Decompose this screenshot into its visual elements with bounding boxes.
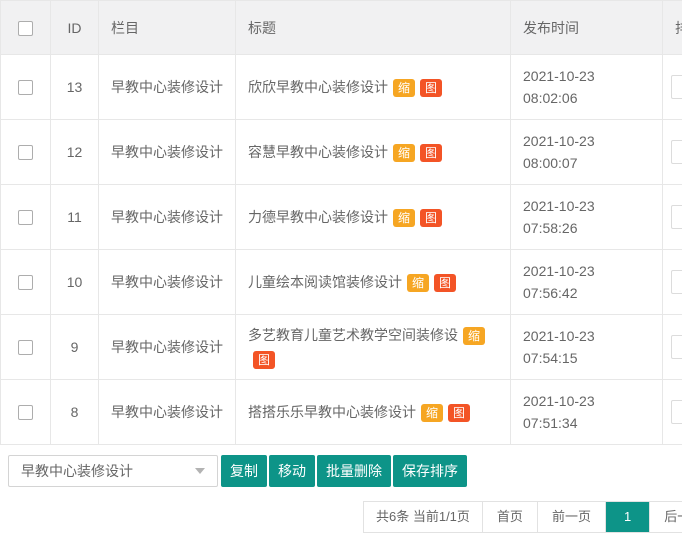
table-row: 11早教中心装修设计力德早教中心装修设计缩图2021-10-23 07:58:2… (1, 185, 682, 250)
article-title: 搭搭乐乐早教中心装修设计 (248, 404, 416, 420)
sort-input[interactable] (671, 400, 682, 424)
badge-thumbnail: 缩 (393, 144, 415, 162)
cell-category: 早教中心装修设计 (99, 185, 236, 250)
article-title: 多艺教育儿童艺术教学空间装修设 (248, 327, 458, 343)
cell-title: 容慧早教中心装修设计缩图 (236, 120, 511, 185)
row-checkbox[interactable] (18, 340, 33, 355)
cell-sort (663, 315, 682, 380)
row-checkbox[interactable] (18, 405, 33, 420)
table-row: 12早教中心装修设计容慧早教中心装修设计缩图2021-10-23 08:00:0… (1, 120, 682, 185)
cell-title: 欣欣早教中心装修设计缩图 (236, 55, 511, 120)
cell-title: 搭搭乐乐早教中心装修设计缩图 (236, 380, 511, 445)
batch-delete-button[interactable]: 批量删除 (317, 455, 391, 487)
sort-input[interactable] (671, 140, 682, 164)
badge-thumbnail: 缩 (407, 274, 429, 292)
sort-input[interactable] (671, 335, 682, 359)
cell-category: 早教中心装修设计 (99, 120, 236, 185)
table-body: 13早教中心装修设计欣欣早教中心装修设计缩图2021-10-23 08:02:0… (1, 55, 682, 445)
row-select-cell (1, 55, 51, 120)
pagination-bar: 共6条 当前1/1页 首页 前一页 1 后一页 (363, 501, 682, 533)
table-row: 8早教中心装修设计搭搭乐乐早教中心装修设计缩图2021-10-23 07:51:… (1, 380, 682, 445)
select-all-checkbox[interactable] (18, 21, 33, 36)
content-list-screen: ID 栏目 标题 发布时间 排序 13早教中心装修设计欣欣早教中心装修设计缩图2… (0, 0, 682, 537)
pagination-summary: 共6条 当前1/1页 (364, 502, 482, 532)
table-row: 10早教中心装修设计儿童绘本阅读馆装修设计缩图2021-10-23 07:56:… (1, 250, 682, 315)
row-checkbox[interactable] (18, 145, 33, 160)
cell-sort (663, 55, 682, 120)
category-select-value: 早教中心装修设计 (21, 461, 133, 481)
cell-sort (663, 185, 682, 250)
cell-id: 13 (51, 55, 99, 120)
article-title: 儿童绘本阅读馆装修设计 (248, 274, 402, 290)
sort-input[interactable] (671, 75, 682, 99)
cell-publish-time: 2021-10-23 07:51:34 (511, 380, 663, 445)
article-title: 容慧早教中心装修设计 (248, 144, 388, 160)
save-sort-button[interactable]: 保存排序 (393, 455, 467, 487)
header-id: ID (51, 1, 99, 55)
cell-id: 12 (51, 120, 99, 185)
cell-publish-time: 2021-10-23 08:00:07 (511, 120, 663, 185)
cell-sort (663, 250, 682, 315)
badge-thumbnail: 缩 (463, 327, 485, 345)
articles-table: ID 栏目 标题 发布时间 排序 13早教中心装修设计欣欣早教中心装修设计缩图2… (0, 0, 682, 445)
pagination-next[interactable]: 后一页 (649, 502, 682, 532)
cell-publish-time: 2021-10-23 08:02:06 (511, 55, 663, 120)
copy-button[interactable]: 复制 (221, 455, 267, 487)
action-buttons: 复制移动批量删除保存排序 (221, 455, 467, 487)
article-title: 欣欣早教中心装修设计 (248, 79, 388, 95)
cell-title: 儿童绘本阅读馆装修设计缩图 (236, 250, 511, 315)
header-category: 栏目 (99, 1, 236, 55)
badge-image: 图 (253, 351, 275, 369)
row-select-cell (1, 120, 51, 185)
badge-image: 图 (420, 209, 442, 227)
move-button[interactable]: 移动 (269, 455, 315, 487)
article-title: 力德早教中心装修设计 (248, 209, 388, 225)
row-checkbox[interactable] (18, 80, 33, 95)
row-select-cell (1, 185, 51, 250)
pagination-page-1[interactable]: 1 (605, 502, 649, 532)
cell-id: 10 (51, 250, 99, 315)
badge-image: 图 (434, 274, 456, 292)
table-row: 9早教中心装修设计多艺教育儿童艺术教学空间装修设缩图2021-10-23 07:… (1, 315, 682, 380)
pagination-prev[interactable]: 前一页 (537, 502, 605, 532)
header-publish-time: 发布时间 (511, 1, 663, 55)
row-checkbox[interactable] (18, 275, 33, 290)
cell-category: 早教中心装修设计 (99, 250, 236, 315)
cell-title: 多艺教育儿童艺术教学空间装修设缩图 (236, 315, 511, 380)
cell-title: 力德早教中心装修设计缩图 (236, 185, 511, 250)
category-select[interactable]: 早教中心装修设计 (8, 455, 218, 487)
cell-sort (663, 120, 682, 185)
header-sort: 排序 (663, 1, 682, 55)
cell-publish-time: 2021-10-23 07:58:26 (511, 185, 663, 250)
table-header-row: ID 栏目 标题 发布时间 排序 (1, 1, 682, 55)
table-row: 13早教中心装修设计欣欣早教中心装修设计缩图2021-10-23 08:02:0… (1, 55, 682, 120)
row-select-cell (1, 380, 51, 445)
cell-publish-time: 2021-10-23 07:54:15 (511, 315, 663, 380)
sort-input[interactable] (671, 270, 682, 294)
cell-category: 早教中心装修设计 (99, 315, 236, 380)
cell-id: 9 (51, 315, 99, 380)
badge-image: 图 (420, 79, 442, 97)
chevron-down-icon (195, 468, 205, 474)
header-title: 标题 (236, 1, 511, 55)
badge-thumbnail: 缩 (393, 209, 415, 227)
row-checkbox[interactable] (18, 210, 33, 225)
row-select-cell (1, 315, 51, 380)
badge-image: 图 (448, 404, 470, 422)
cell-id: 11 (51, 185, 99, 250)
row-select-cell (1, 250, 51, 315)
cell-sort (663, 380, 682, 445)
cell-category: 早教中心装修设计 (99, 380, 236, 445)
badge-thumbnail: 缩 (393, 79, 415, 97)
pagination-first[interactable]: 首页 (482, 502, 537, 532)
badge-thumbnail: 缩 (421, 404, 443, 422)
cell-publish-time: 2021-10-23 07:56:42 (511, 250, 663, 315)
select-all-cell (1, 1, 51, 55)
cell-id: 8 (51, 380, 99, 445)
sort-input[interactable] (671, 205, 682, 229)
cell-category: 早教中心装修设计 (99, 55, 236, 120)
badge-image: 图 (420, 144, 442, 162)
